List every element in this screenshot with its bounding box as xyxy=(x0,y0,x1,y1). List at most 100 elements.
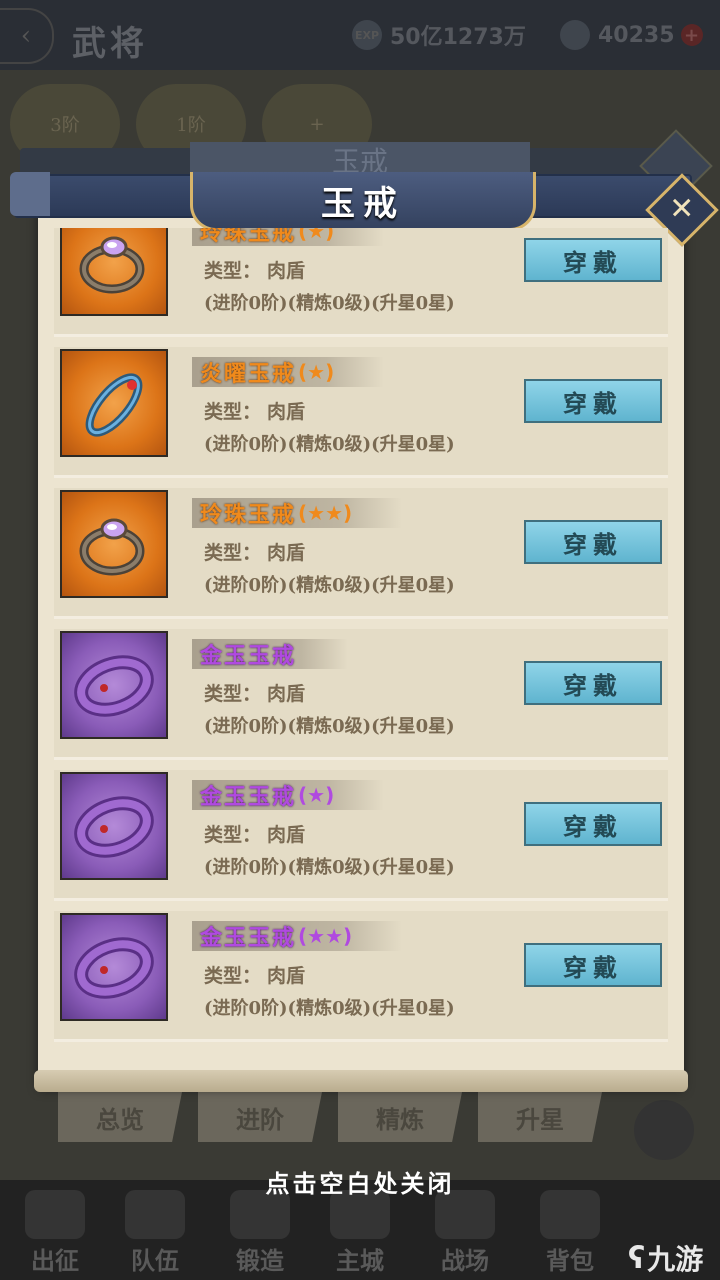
ring-icon xyxy=(60,490,168,598)
hero-tab-bar: 总览 进阶 精炼 升星 xyxy=(58,1092,602,1142)
item-name-row: 玲珠玉戒 (★★) xyxy=(192,498,403,528)
exp-value: 50亿1273万 xyxy=(390,25,526,50)
type-label: 类型： xyxy=(204,683,262,705)
item-stats: (进阶0阶)(精炼0级)(升星0星) xyxy=(204,434,455,455)
ring-icon xyxy=(60,913,168,1021)
tab-advance[interactable]: 进阶 xyxy=(198,1092,322,1142)
type-value: 肉盾 xyxy=(267,542,306,564)
item-type: 类型： 肉盾 xyxy=(204,679,311,706)
watermark: ʕ 九游 xyxy=(628,1238,703,1278)
type-label: 类型： xyxy=(204,824,262,846)
type-value: 肉盾 xyxy=(267,683,306,705)
exp-coin-icon: EXP xyxy=(352,20,382,50)
tab-refine[interactable]: 精炼 xyxy=(338,1092,462,1142)
chevron-left-icon: ‹ xyxy=(20,21,32,51)
divider xyxy=(54,616,668,619)
ring-icon xyxy=(60,772,168,880)
type-value: 肉盾 xyxy=(267,401,306,423)
item-type: 类型： 肉盾 xyxy=(204,256,311,283)
item-stars: (★) xyxy=(298,783,335,807)
item-stats: (进阶0阶)(精炼0级)(升星0星) xyxy=(204,293,455,314)
type-label: 类型： xyxy=(204,260,262,282)
type-value: 肉盾 xyxy=(267,260,306,282)
exp-currency: EXP 50亿1273万 xyxy=(352,18,526,52)
item-stars: (★) xyxy=(298,360,335,384)
nav-sortie[interactable]: 出征 xyxy=(0,1190,110,1276)
nav-bag[interactable]: 背包 xyxy=(515,1190,625,1276)
ring-icon xyxy=(60,228,168,316)
item-name-row: 金玉玉戒 xyxy=(192,639,349,669)
equip-button[interactable]: 穿戴 xyxy=(524,802,662,846)
type-value: 肉盾 xyxy=(267,824,306,846)
back-button[interactable]: ‹ xyxy=(0,8,54,64)
item-name: 金玉玉戒 xyxy=(200,784,297,810)
type-label: 类型： xyxy=(204,965,262,987)
equip-button[interactable]: 穿戴 xyxy=(524,943,662,987)
item-name: 金玉玉戒 xyxy=(200,925,297,951)
nav-label: 背包 xyxy=(546,1246,594,1275)
item-name-row: 玲珠玉戒 (★) xyxy=(192,228,385,246)
divider xyxy=(54,334,668,337)
item-stats: (进阶0阶)(精炼0级)(升星0星) xyxy=(204,998,455,1019)
gold-ingot-icon xyxy=(560,20,590,50)
item-type: 类型： 肉盾 xyxy=(204,820,311,847)
nav-label: 战场 xyxy=(441,1246,489,1275)
item-type: 类型： 肉盾 xyxy=(204,961,311,988)
tab-overview[interactable]: 总览 xyxy=(58,1092,182,1142)
item-stats: (进阶0阶)(精炼0级)(升星0星) xyxy=(204,716,455,737)
add-gold-button[interactable]: + xyxy=(680,24,703,46)
equip-button[interactable]: 穿戴 xyxy=(524,661,662,705)
nav-label: 出征 xyxy=(31,1246,79,1275)
item-name-row: 炎曜玉戒 (★) xyxy=(192,357,385,387)
nav-main-city[interactable]: 主城 xyxy=(305,1190,415,1276)
equip-button[interactable]: 穿戴 xyxy=(524,379,662,423)
ring-icon xyxy=(60,631,168,739)
item-type: 类型： 肉盾 xyxy=(204,397,311,424)
item-name: 炎曜玉戒 xyxy=(200,361,297,387)
divider xyxy=(54,757,668,760)
watermark-text: 九游 xyxy=(647,1243,704,1276)
equip-button[interactable]: 穿戴 xyxy=(524,238,662,282)
divider xyxy=(54,475,668,478)
list-item: 玲珠玉戒 (★★) 类型： 肉盾 (进阶0阶)(精炼0级)(升星0星) 穿戴 xyxy=(40,488,682,619)
jiuyou-logo-icon: ʕ xyxy=(628,1240,646,1276)
ring-list[interactable]: 玲珠玉戒 (★) 类型： 肉盾 (进阶0阶)(精炼0级)(升星0星) 穿戴 炎曜玉戒… xyxy=(40,228,682,1074)
ring-icon xyxy=(60,349,168,457)
item-name: 金玉玉戒 xyxy=(200,643,297,669)
close-icon: ✕ xyxy=(669,191,695,227)
list-item: 炎曜玉戒 (★) 类型： 肉盾 (进阶0阶)(精炼0级)(升星0星) 穿戴 xyxy=(40,347,682,478)
item-stats: (进阶0阶)(精炼0级)(升星0星) xyxy=(204,857,455,878)
equip-button[interactable]: 穿戴 xyxy=(524,520,662,564)
item-stars: (★★) xyxy=(298,501,353,525)
item-name-row: 金玉玉戒 (★★) xyxy=(192,921,403,951)
nav-battlefield[interactable]: 战场 xyxy=(410,1190,520,1276)
nav-label: 锻造 xyxy=(236,1246,284,1275)
tab-star-up[interactable]: 升星 xyxy=(478,1092,602,1142)
type-label: 类型： xyxy=(204,542,262,564)
divider xyxy=(54,898,668,901)
close-hint[interactable]: 点击空白处关闭 xyxy=(0,1164,720,1199)
nav-forge[interactable]: 锻造 xyxy=(205,1190,315,1276)
refresh-icon[interactable] xyxy=(634,1100,694,1160)
dialog-title: 玉戒 xyxy=(321,183,405,224)
list-item: 金玉玉戒 (★★) 类型： 肉盾 (进阶0阶)(精炼0级)(升星0星) 穿戴 xyxy=(40,911,682,1042)
gold-currency: 40235 + xyxy=(560,18,703,52)
page-title: 武将 xyxy=(72,24,148,64)
item-name-row: 金玉玉戒 (★) xyxy=(192,780,385,810)
nav-team[interactable]: 队伍 xyxy=(100,1190,210,1276)
list-item: 金玉玉戒 类型： 肉盾 (进阶0阶)(精炼0级)(升星0星) 穿戴 xyxy=(40,629,682,760)
item-name: 玲珠玉戒 xyxy=(200,502,297,528)
type-label: 类型： xyxy=(204,401,262,423)
type-value: 肉盾 xyxy=(267,965,306,987)
list-item: 金玉玉戒 (★) 类型： 肉盾 (进阶0阶)(精炼0级)(升星0星) 穿戴 xyxy=(40,770,682,901)
list-item: 玲珠玉戒 (★) 类型： 肉盾 (进阶0阶)(精炼0级)(升星0星) 穿戴 xyxy=(40,228,682,337)
dialog-title-plate: 玉戒 xyxy=(190,172,536,231)
item-type: 类型： 肉盾 xyxy=(204,538,311,565)
item-stars: (★) xyxy=(298,228,335,243)
nav-label: 主城 xyxy=(336,1246,384,1275)
divider xyxy=(54,1039,668,1042)
gold-value: 40235 xyxy=(598,22,675,48)
item-stars: (★★) xyxy=(298,924,353,948)
nav-label: 队伍 xyxy=(131,1246,179,1275)
header-ornament xyxy=(10,172,50,216)
